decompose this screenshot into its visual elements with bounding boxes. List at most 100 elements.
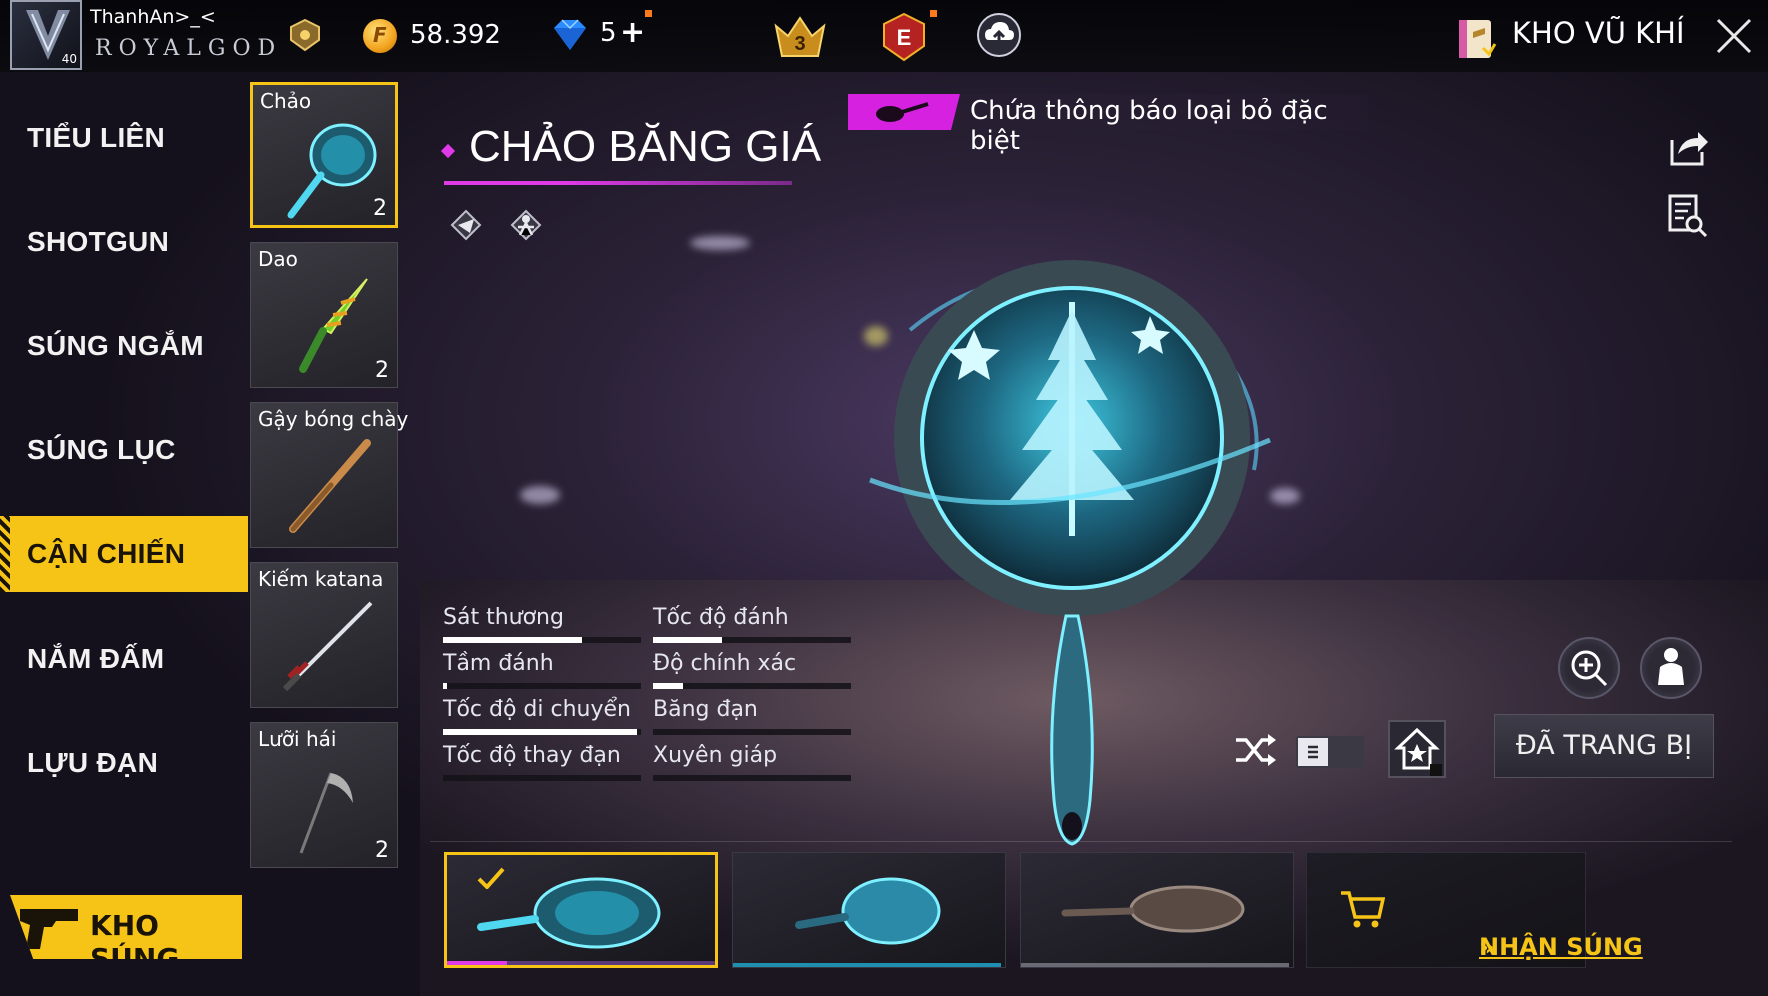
add-diamond-button[interactable]: + [620,15,645,50]
toggle-knob [1298,738,1328,766]
weapon-count: 2 [375,838,389,863]
weapon-title: CHẢO BĂNG GIÁ [469,122,822,171]
character-tag-icon[interactable] [506,205,546,245]
elite-pass-icon[interactable]: E [880,12,928,62]
katana-icon [282,601,373,692]
weapon-name: Gậy bóng chày [258,407,409,431]
cloud-upload-icon[interactable] [976,12,1022,58]
lobby-display-button[interactable] [1388,720,1446,778]
stat-accuracy: Độ chính xác [653,651,851,691]
character-icon [1658,648,1684,685]
weapon-card-gay-bong-chay[interactable]: Gậy bóng chày [250,402,408,548]
stat-move-speed: Tốc độ di chuyển [443,697,641,737]
stat-label: Tốc độ di chuyển [443,697,631,722]
skin-classic-pan[interactable] [1020,852,1294,968]
category-luu-dan[interactable]: LỰU ĐẠN [0,725,248,801]
stat-bar [653,683,851,689]
stat-bar [653,637,851,643]
stat-label: Băng đạn [653,697,758,722]
stat-bar [653,729,851,735]
skin-track-bar [507,961,715,965]
stat-bar [653,775,851,781]
divider [430,841,1732,842]
nickname: ThanhAn>_< [90,6,216,28]
cart-icon [1341,891,1385,928]
category-sung-luc[interactable]: SÚNG LỤC [0,412,248,488]
ceiling-light [690,236,750,250]
notification-dot [930,10,937,17]
notice-tag [848,94,960,130]
stat-magazine: Băng đạn [653,697,851,737]
stat-label: Độ chính xác [653,651,797,676]
stat-label: Tốc độ đánh [653,605,789,630]
shuffle-icon[interactable] [1232,730,1278,770]
home-star-icon [1394,727,1442,776]
zoom-button[interactable] [1558,637,1620,699]
weapon-card-kiem-katana[interactable]: Kiếm katana [250,562,398,708]
stat-bar [443,729,641,735]
kho-sung-button[interactable]: KHO SÚNG [10,895,242,959]
stat-fill [653,637,723,643]
stat-fill [443,729,638,735]
classic-pan-skin-icon [1061,885,1245,933]
stat-bar [443,637,641,643]
close-icon[interactable] [1712,14,1756,58]
title-marker [440,143,456,159]
stat-armor-penetration: Xuyên giáp [653,743,851,783]
armory-label: KHO VŨ KHÍ [1512,16,1685,50]
get-gun-button[interactable]: NHẬN SÚNG » [1306,852,1643,968]
ceiling-light [520,486,560,504]
baseball-bat-icon [289,439,371,533]
category-can-chien[interactable]: CẬN CHIẾN [0,516,248,592]
weapon-count: 2 [373,196,387,221]
stat-label: Sát thương [443,605,564,630]
skin-frozen-pan[interactable] [444,852,718,968]
random-toggle[interactable] [1296,736,1364,768]
weapon-name: Chảo [260,89,312,113]
check-icon [477,867,505,889]
category-shotgun[interactable]: SHOTGUN [0,204,248,280]
stat-reload-speed: Tốc độ thay đạn [443,743,641,783]
category-nam-dam[interactable]: NẮM ĐẤM [0,621,248,697]
character-preview-button[interactable] [1640,637,1702,699]
notification-dot [645,10,652,17]
coin-count: 58.392 [410,20,501,50]
weapon-name: Kiếm katana [258,567,384,591]
special-notice-banner: Chứa thông báo loại bỏ đặc biệt [848,94,1368,156]
weapon-card-luoi-hai[interactable]: Lưỡi hái 2 [250,722,398,868]
scythe-icon [299,772,353,854]
details-search-icon[interactable] [1664,192,1710,238]
stat-label: Tốc độ thay đạn [443,743,621,768]
skin-ice-pan[interactable] [732,852,1006,968]
stat-label: Xuyên giáp [653,743,778,768]
rank-badge-icon [290,18,320,52]
title-underline [444,181,792,185]
menu-icon [1308,745,1318,759]
armory-book-icon [1459,20,1497,58]
equipped-button[interactable]: ĐÃ TRANG BỊ [1494,714,1714,778]
level-text: 40 [61,52,77,66]
stat-fill [653,683,683,689]
skin-track-bar [1021,963,1289,967]
trophy-event-icon[interactable]: 3 [770,12,830,62]
stat-bar [443,683,641,689]
weapon-tag-icon[interactable] [446,205,486,245]
event-letter: E [897,25,912,50]
pan-silhouette-icon [876,102,929,122]
weapon-count: 2 [375,358,389,383]
category-sung-ngam[interactable]: SÚNG NGẮM [0,308,248,384]
weapon-card-dao[interactable]: Dao 2 [250,242,398,388]
stat-attack-speed: Tốc độ đánh [653,605,851,645]
weapon-name: Lưỡi hái [258,727,337,751]
ice-pan-skin-icon [795,877,941,945]
share-icon[interactable] [1664,124,1710,170]
frying-pan-icon [287,123,377,219]
category-tieu-lien[interactable]: TIỂU LIÊN [0,100,248,176]
weapon-card-chao[interactable]: Chảo 2 [250,82,398,228]
stat-fill [443,683,447,689]
avatar[interactable]: 40 [10,0,82,70]
frozen-pan-preview [869,260,1271,846]
frozen-pan-skin-icon [477,877,661,949]
coin-icon: F [363,19,397,53]
stat-range: Tầm đánh [443,651,641,691]
